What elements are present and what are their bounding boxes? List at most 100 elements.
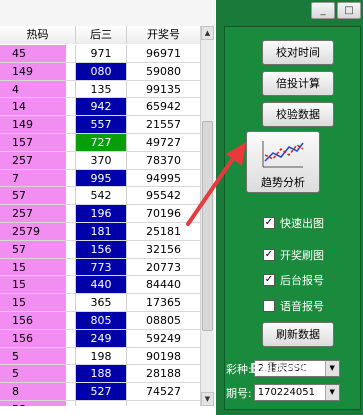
chevron-down-icon[interactable]: ▼: [324, 385, 339, 400]
lottery-type-select[interactable]: 2.重庆SSC ▼: [253, 360, 340, 377]
period-row: 期号: 170224051 ▼: [226, 384, 340, 401]
header-hot-code[interactable]: 热码: [0, 26, 76, 44]
last-three-cell: 995: [76, 169, 127, 187]
table-row[interactable]: 58: [0, 400, 200, 406]
scroll-up-arrow-icon[interactable]: ▲: [201, 26, 214, 40]
spacer-cell: [66, 240, 76, 258]
table-row[interactable]: 15 773 20773: [0, 258, 200, 277]
table-row[interactable]: 157 727 49727: [0, 133, 200, 152]
hot-code-cell: 57: [0, 240, 66, 258]
draw-number-cell: 28188: [146, 367, 181, 381]
results-table[interactable]: 热码 后三 开奖号 45 971 96971 149 080 59080 4 135 99135…: [0, 26, 200, 406]
multiply-calc-button[interactable]: 倍投计算: [262, 71, 334, 96]
draw-number-cell: 20773: [146, 260, 181, 274]
spacer-cell: [66, 400, 76, 406]
table-row[interactable]: 156 805 08805: [0, 311, 200, 330]
checkbox-voice-report-label: 语音报号: [280, 300, 324, 313]
checkbox-fast-chart[interactable]: ✓ 快速出图: [263, 215, 324, 231]
spacer-cell: [66, 258, 76, 276]
table-row[interactable]: 257 196 70196: [0, 205, 200, 223]
period-select[interactable]: 170224051 ▼: [253, 384, 340, 401]
last-three-cell: 135: [76, 80, 127, 98]
draw-number-cell: [127, 401, 200, 406]
hot-code-cell: 57: [0, 187, 66, 205]
trend-analysis-button[interactable]: 趋势分析: [246, 131, 320, 193]
maximize-button[interactable]: □: [337, 2, 361, 19]
scroll-down-arrow-icon[interactable]: ▼: [201, 392, 214, 406]
draw-number-cell: 08805: [146, 313, 181, 327]
last-three-cell: 365: [76, 294, 127, 311]
hot-code-cell: 257: [0, 205, 66, 222]
draw-number-cell: 59080: [146, 64, 181, 78]
draw-number-cell: 17365: [146, 296, 181, 310]
minimize-button[interactable]: _: [311, 2, 335, 19]
checkbox-draw-refresh-label: 开奖刷图: [280, 249, 324, 262]
spacer-cell: [66, 169, 76, 187]
hot-code-cell: 157: [0, 133, 66, 151]
table-row[interactable]: 7 995 94995: [0, 169, 200, 188]
hot-code-cell: 4: [0, 80, 66, 98]
hot-code-cell: 149: [0, 116, 66, 133]
table-row[interactable]: 8 527 74527: [0, 383, 200, 401]
hot-code-cell: 2579: [0, 222, 66, 240]
hot-code-cell: 8: [0, 383, 66, 400]
checkbox-fast-chart-box[interactable]: ✓: [263, 217, 275, 229]
hot-code-cell: 5: [0, 365, 66, 383]
spacer-cell: [66, 311, 76, 329]
table-row[interactable]: 14 942 65942: [0, 98, 200, 117]
last-three-cell: 196: [76, 205, 127, 222]
draw-number-cell: 84440: [146, 278, 181, 292]
verify-data-button[interactable]: 校验数据: [262, 102, 334, 127]
draw-number-cell: 99135: [146, 82, 181, 96]
checkbox-background-report-box[interactable]: ✓: [263, 274, 275, 286]
last-three-cell: 971: [76, 45, 127, 62]
hot-code-cell: 7: [0, 169, 66, 187]
last-three-cell: 181: [76, 222, 127, 240]
table-row[interactable]: 15 440 84440: [0, 276, 200, 295]
table-row[interactable]: 257 370 78370: [0, 151, 200, 170]
table-row[interactable]: 15 365 17365: [0, 294, 200, 312]
table-row[interactable]: 5 188 28188: [0, 365, 200, 384]
header-last-three[interactable]: 后三: [76, 26, 127, 44]
check-time-button[interactable]: 校对时间: [262, 40, 334, 65]
spacer-cell: [66, 80, 76, 98]
table-row[interactable]: 57 542 95542: [0, 187, 200, 206]
spacer-cell: [66, 365, 76, 383]
checkbox-voice-report[interactable]: 语音报号: [263, 298, 324, 314]
table-row[interactable]: 45 971 96971: [0, 45, 200, 63]
table-row[interactable]: 5 198 90198: [0, 347, 200, 366]
checkbox-voice-report-box[interactable]: [263, 300, 275, 312]
refresh-data-button[interactable]: 刷新数据: [262, 322, 334, 347]
spacer-cell: [66, 294, 76, 311]
draw-number-cell: 74527: [146, 385, 181, 399]
trend-chart-icon: [262, 141, 304, 168]
last-three-cell: 080: [76, 62, 127, 80]
last-three-cell: 370: [76, 151, 127, 169]
last-three-cell: 557: [76, 116, 127, 133]
annotation-arrow-icon: [186, 142, 246, 226]
hot-code-cell: 14: [0, 98, 66, 116]
header-draw-number[interactable]: 开奖号: [127, 26, 200, 44]
spacer-cell: [66, 347, 76, 365]
window-controls: _ □: [311, 2, 361, 19]
period-label: 期号:: [226, 386, 252, 400]
hot-code-cell: 156: [0, 329, 66, 347]
table-row[interactable]: 2579 181 25181: [0, 222, 200, 241]
chevron-down-icon[interactable]: ▼: [324, 361, 339, 376]
last-three-cell: 156: [76, 240, 127, 258]
table-row[interactable]: 149 080 59080: [0, 62, 200, 81]
table-row[interactable]: 149 557 21557: [0, 116, 200, 134]
last-three-cell: 942: [76, 98, 127, 116]
last-three-cell: 773: [76, 258, 127, 276]
checkbox-background-report[interactable]: ✓ 后台报号: [263, 272, 324, 288]
last-three-cell: 727: [76, 133, 127, 151]
hot-code-cell: 5: [0, 347, 66, 365]
checkbox-draw-refresh[interactable]: ✓ 开奖刷图: [263, 247, 324, 263]
table-row[interactable]: 57 156 32156: [0, 240, 200, 259]
hot-code-cell: 15: [0, 258, 66, 276]
checkbox-background-report-label: 后台报号: [280, 274, 324, 287]
checkbox-draw-refresh-box[interactable]: ✓: [263, 249, 275, 261]
table-row[interactable]: 4 135 99135: [0, 80, 200, 99]
checkbox-fast-chart-label: 快速出图: [280, 217, 324, 230]
table-row[interactable]: 156 249 59249: [0, 329, 200, 348]
